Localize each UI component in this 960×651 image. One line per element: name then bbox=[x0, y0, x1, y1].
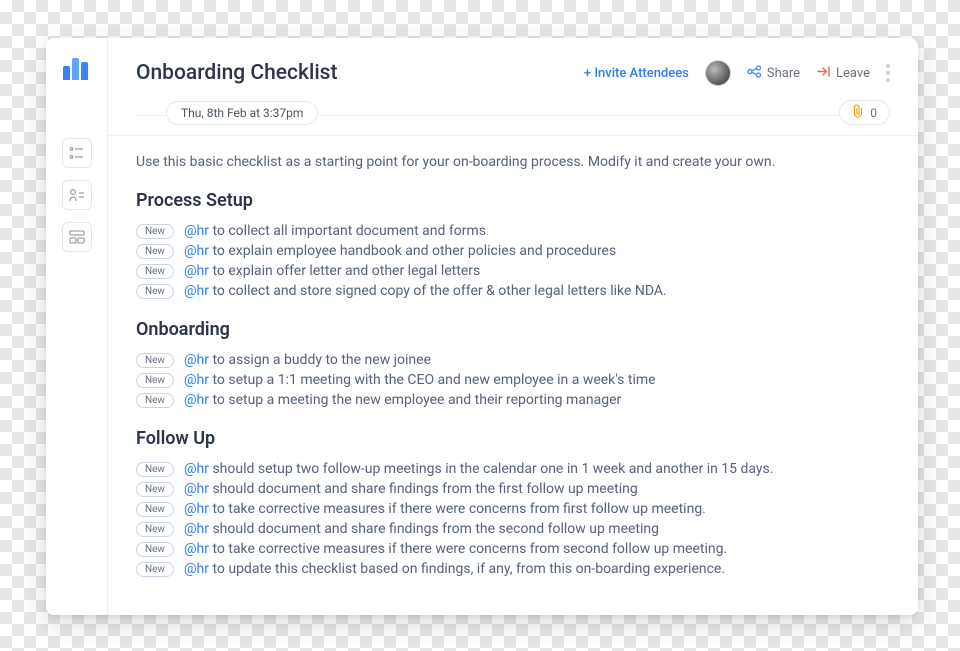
new-badge: New bbox=[136, 353, 174, 368]
checklist-item-text: @hr to collect and store signed copy of … bbox=[184, 283, 667, 299]
checklist-item-text: @hr to assign a buddy to the new joinee bbox=[184, 352, 431, 368]
checklist-item[interactable]: New @hr to take corrective measures if th… bbox=[136, 499, 890, 519]
share-icon bbox=[747, 65, 762, 82]
mention[interactable]: @hr bbox=[184, 501, 209, 517]
section: Process Setup New @hr to collect all impor… bbox=[136, 190, 890, 301]
mention[interactable]: @hr bbox=[184, 541, 209, 557]
attachments-pill[interactable]: 0 bbox=[839, 100, 890, 125]
checklist-item[interactable]: New @hr to explain employee handbook and … bbox=[136, 241, 890, 261]
section: Onboarding New @hr to assign a buddy to th… bbox=[136, 319, 890, 410]
page-title: Onboarding Checklist bbox=[136, 61, 337, 85]
intro-text: Use this basic checklist as a starting p… bbox=[136, 154, 890, 170]
section: Follow Up New @hr should setup two follow-… bbox=[136, 428, 890, 579]
checklist-item-text: @hr should setup two follow-up meetings … bbox=[184, 461, 774, 477]
new-badge: New bbox=[136, 502, 174, 517]
share-label: Share bbox=[767, 66, 800, 81]
sidebar-tool-layout-icon[interactable] bbox=[62, 222, 92, 252]
section-title: Onboarding bbox=[136, 319, 890, 340]
new-badge: New bbox=[136, 244, 174, 259]
checklist-item-text: @hr should document and share findings f… bbox=[184, 521, 659, 537]
checklist-item-text: @hr to explain offer letter and other le… bbox=[184, 263, 480, 279]
checklist-item[interactable]: New @hr to assign a buddy to the new join… bbox=[136, 350, 890, 370]
app-window: Onboarding Checklist + Invite Attendees … bbox=[46, 38, 918, 615]
checklist-item[interactable]: New @hr to collect all important document… bbox=[136, 221, 890, 241]
section-title: Follow Up bbox=[136, 428, 890, 449]
new-badge: New bbox=[136, 462, 174, 477]
new-badge: New bbox=[136, 522, 174, 537]
checklist-item[interactable]: New @hr to collect and store signed copy … bbox=[136, 281, 890, 301]
new-badge: New bbox=[136, 542, 174, 557]
checklist-item-text: @hr to setup a meeting the new employee … bbox=[184, 392, 621, 408]
checklist-item[interactable]: New @hr should document and share finding… bbox=[136, 519, 890, 539]
section-title: Process Setup bbox=[136, 190, 890, 211]
mention[interactable]: @hr bbox=[184, 283, 209, 299]
new-badge: New bbox=[136, 224, 174, 239]
new-badge: New bbox=[136, 562, 174, 577]
mention[interactable]: @hr bbox=[184, 521, 209, 537]
new-badge: New bbox=[136, 373, 174, 388]
leave-button[interactable]: Leave bbox=[816, 65, 870, 82]
subheader: Thu, 8th Feb at 3:37pm 0 bbox=[108, 94, 918, 136]
sidebar-tool-list-icon[interactable] bbox=[62, 138, 92, 168]
mention[interactable]: @hr bbox=[184, 243, 209, 259]
leave-icon bbox=[816, 65, 831, 82]
mention[interactable]: @hr bbox=[184, 392, 209, 408]
mention[interactable]: @hr bbox=[184, 372, 209, 388]
checklist-item-text: @hr should document and share findings f… bbox=[184, 481, 638, 497]
document-body: Use this basic checklist as a starting p… bbox=[108, 136, 918, 615]
checklist-item-text: @hr to take corrective measures if there… bbox=[184, 501, 706, 517]
new-badge: New bbox=[136, 393, 174, 408]
checklist-item[interactable]: New @hr should setup two follow-up meetin… bbox=[136, 459, 890, 479]
leave-label: Leave bbox=[836, 66, 870, 81]
new-badge: New bbox=[136, 482, 174, 497]
sidebar-tool-person-icon[interactable] bbox=[62, 180, 92, 210]
checklist-item-text: @hr to take corrective measures if there… bbox=[184, 541, 727, 557]
sidebar bbox=[46, 38, 108, 615]
checklist-item-text: @hr to explain employee handbook and oth… bbox=[184, 243, 616, 259]
main-panel: Onboarding Checklist + Invite Attendees … bbox=[108, 38, 918, 615]
mention[interactable]: @hr bbox=[184, 263, 209, 279]
avatar[interactable] bbox=[705, 60, 731, 86]
mention[interactable]: @hr bbox=[184, 352, 209, 368]
header: Onboarding Checklist + Invite Attendees … bbox=[108, 38, 918, 94]
checklist-item[interactable]: New @hr to update this checklist based on… bbox=[136, 559, 890, 579]
attachments-count: 0 bbox=[870, 106, 877, 120]
invite-attendees-button[interactable]: + Invite Attendees bbox=[584, 66, 689, 81]
new-badge: New bbox=[136, 284, 174, 299]
checklist-item-text: @hr to setup a 1:1 meeting with the CEO … bbox=[184, 372, 656, 388]
mention[interactable]: @hr bbox=[184, 561, 209, 577]
checklist-item-text: @hr to update this checklist based on fi… bbox=[184, 561, 725, 577]
mention[interactable]: @hr bbox=[184, 223, 209, 239]
share-button[interactable]: Share bbox=[747, 65, 800, 82]
paperclip-icon bbox=[852, 104, 864, 121]
checklist-item-text: @hr to collect all important document an… bbox=[184, 223, 486, 239]
checklist-item[interactable]: New @hr to setup a 1:1 meeting with the C… bbox=[136, 370, 890, 390]
more-menu-icon[interactable] bbox=[886, 64, 890, 82]
mention[interactable]: @hr bbox=[184, 461, 209, 477]
date-pill[interactable]: Thu, 8th Feb at 3:37pm bbox=[166, 101, 318, 125]
checklist-item[interactable]: New @hr should document and share finding… bbox=[136, 479, 890, 499]
app-logo-icon bbox=[63, 54, 91, 80]
new-badge: New bbox=[136, 264, 174, 279]
mention[interactable]: @hr bbox=[184, 481, 209, 497]
checklist-item[interactable]: New @hr to explain offer letter and other… bbox=[136, 261, 890, 281]
checklist-item[interactable]: New @hr to setup a meeting the new employ… bbox=[136, 390, 890, 410]
checklist-item[interactable]: New @hr to take corrective measures if th… bbox=[136, 539, 890, 559]
